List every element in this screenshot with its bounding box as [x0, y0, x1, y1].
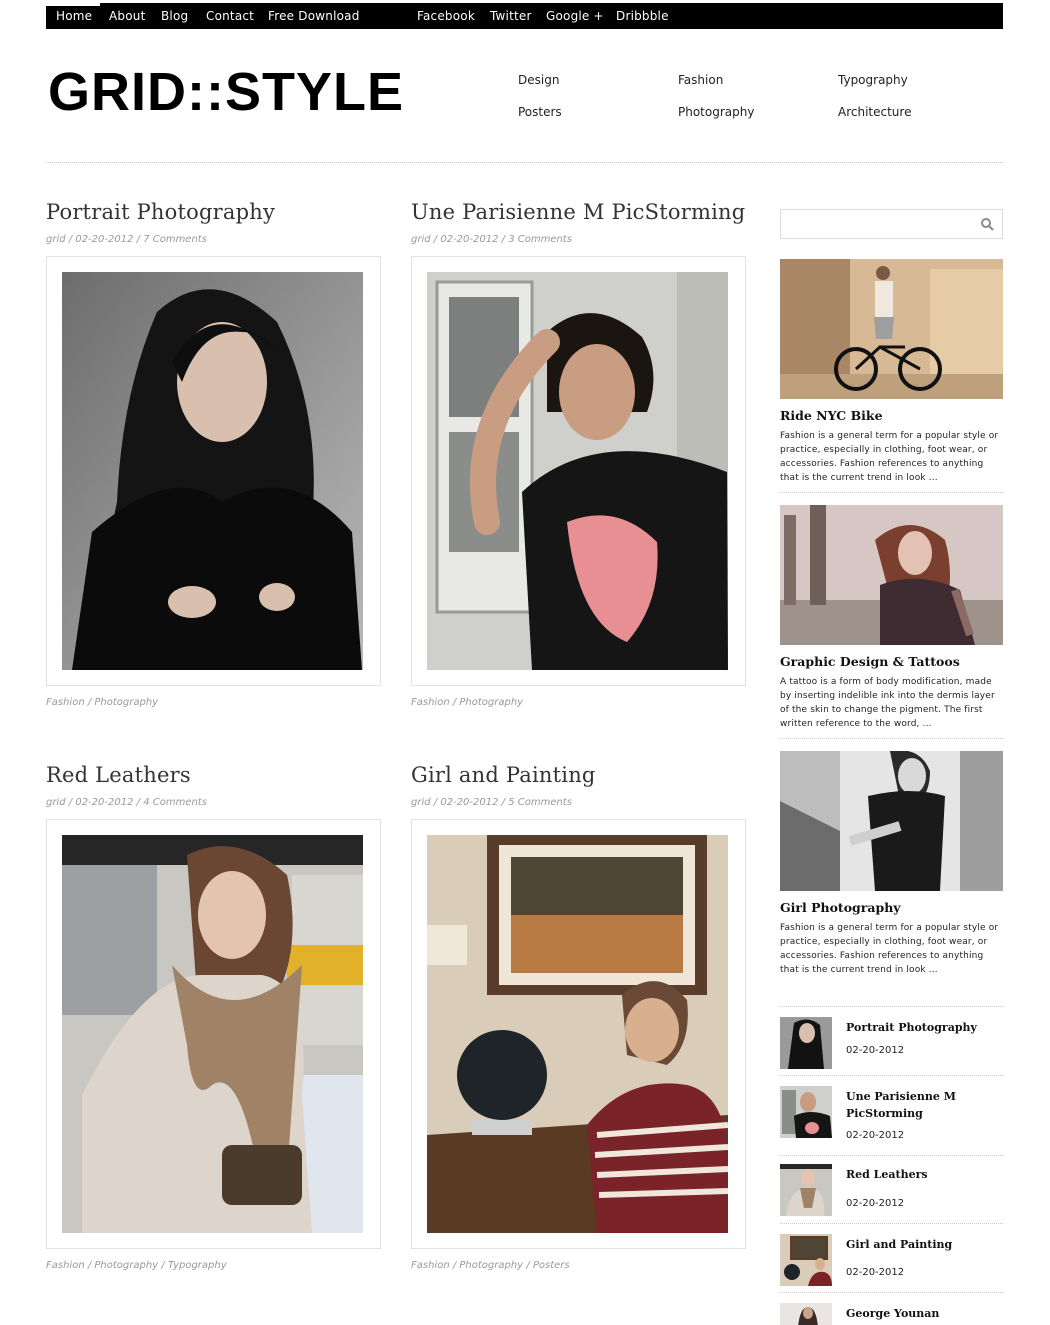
nav-link-blog[interactable]: Blog	[161, 3, 188, 29]
recent-post-item[interactable]: Red Leathers 02-20-2012	[780, 1164, 1003, 1222]
featured-thumbnail[interactable]	[780, 259, 1003, 399]
post-title[interactable]: Red Leathers	[46, 763, 381, 787]
post-photo[interactable]	[427, 272, 728, 670]
nav-link-free-download[interactable]: Free Download	[268, 3, 360, 29]
recent-post-item[interactable]: Portrait Photography 02-20-2012	[780, 1017, 1003, 1075]
post-comments-link[interactable]: 7 Comments	[143, 234, 207, 245]
recent-post-thumbnail[interactable]	[780, 1303, 832, 1325]
post-date: 02-20-2012	[440, 797, 499, 808]
post-title[interactable]: Portrait Photography	[46, 200, 381, 224]
post-title[interactable]: Girl and Painting	[411, 763, 746, 787]
category-link-typography[interactable]: Typography	[838, 73, 908, 87]
social-link-twitter[interactable]: Twitter	[490, 3, 532, 29]
recent-post-date: 02-20-2012	[846, 1045, 905, 1056]
post-author[interactable]: grid	[411, 797, 431, 808]
featured-thumbnail[interactable]	[780, 751, 1003, 891]
nav-link-contact[interactable]: Contact	[206, 3, 254, 29]
featured-excerpt: A tattoo is a form of body modification,…	[780, 677, 995, 729]
recent-post-thumbnail[interactable]	[780, 1086, 832, 1138]
post-meta: grid / 02-20-2012 / 7 Comments	[46, 234, 207, 245]
category-link-posters[interactable]: Posters	[518, 105, 562, 119]
recent-post-thumbnail[interactable]	[780, 1017, 832, 1069]
post-tags[interactable]: Fashion / Photography / Typography	[46, 1260, 381, 1271]
social-link-facebook[interactable]: Facebook	[417, 3, 475, 29]
featured-separator	[780, 492, 1003, 493]
post-card: Une Parisienne M PicStorming grid / 02-2…	[411, 200, 746, 708]
post-photo[interactable]	[62, 835, 363, 1233]
nav-link-about[interactable]: About	[109, 3, 145, 29]
category-link-design[interactable]: Design	[518, 73, 559, 87]
post-image-frame	[411, 256, 746, 686]
recent-post-title[interactable]: George Younan	[846, 1305, 996, 1322]
post-meta: grid / 02-20-2012 / 5 Comments	[411, 797, 572, 808]
recent-separator	[780, 1292, 1003, 1293]
post-photo[interactable]	[427, 835, 728, 1233]
search-input[interactable]	[785, 214, 975, 234]
featured-post: Girl Photography Fashion is a general te…	[780, 751, 1003, 977]
recent-post-title[interactable]: Red Leathers	[846, 1166, 996, 1183]
post-tags[interactable]: Fashion / Photography	[411, 697, 746, 708]
featured-separator	[780, 738, 1003, 739]
recent-separator	[780, 1075, 1003, 1076]
social-link-dribbble[interactable]: Dribbble	[616, 3, 669, 29]
post-author[interactable]: grid	[46, 797, 66, 808]
post-card: Girl and Painting grid / 02-20-2012 / 5 …	[411, 763, 746, 1271]
recent-post-title[interactable]: Une Parisienne M PicStorming	[846, 1088, 996, 1122]
recent-post-item[interactable]: Une Parisienne M PicStorming 02-20-2012	[780, 1086, 1003, 1152]
search-icon[interactable]	[980, 217, 994, 231]
category-link-architecture[interactable]: Architecture	[838, 105, 911, 119]
recent-separator	[780, 1223, 1003, 1224]
post-meta: grid / 02-20-2012 / 4 Comments	[46, 797, 207, 808]
post-image-frame	[46, 819, 381, 1249]
category-link-photography[interactable]: Photography	[678, 105, 754, 119]
featured-title[interactable]: Graphic Design & Tattoos	[780, 654, 1003, 669]
recent-post-thumbnail[interactable]	[780, 1164, 832, 1216]
header-divider	[46, 162, 1003, 163]
recent-post-date: 02-20-2012	[846, 1130, 905, 1141]
featured-title[interactable]: Girl Photography	[780, 900, 1003, 915]
nav-link-home[interactable]: Home	[56, 3, 92, 29]
post-comments-link[interactable]: 5 Comments	[508, 797, 572, 808]
post-title[interactable]: Une Parisienne M PicStorming	[411, 200, 746, 224]
recent-separator	[780, 1155, 1003, 1156]
post-comments-link[interactable]: 3 Comments	[508, 234, 572, 245]
post-image-frame	[46, 256, 381, 686]
post-meta: grid / 02-20-2012 / 3 Comments	[411, 234, 572, 245]
post-card: Portrait Photography grid / 02-20-2012 /…	[46, 200, 381, 708]
recent-post-date: 02-20-2012	[846, 1267, 905, 1278]
post-tags[interactable]: Fashion / Photography	[46, 697, 381, 708]
post-date: 02-20-2012	[440, 234, 499, 245]
post-tags[interactable]: Fashion / Photography / Posters	[411, 1260, 746, 1271]
featured-excerpt: Fashion is a general term for a popular …	[780, 431, 999, 483]
post-comments-link[interactable]: 4 Comments	[143, 797, 207, 808]
recent-post-title[interactable]: Portrait Photography	[846, 1019, 996, 1036]
featured-thumbnail[interactable]	[780, 505, 1003, 645]
social-link-google-plus[interactable]: Google +	[546, 3, 604, 29]
featured-post: Graphic Design & Tattoos A tattoo is a f…	[780, 505, 1003, 739]
post-photo[interactable]	[62, 272, 363, 670]
featured-post: Ride NYC Bike Fashion is a general term …	[780, 259, 1003, 493]
search-box	[780, 209, 1003, 239]
featured-excerpt: Fashion is a general term for a popular …	[780, 923, 999, 975]
post-author[interactable]: grid	[46, 234, 66, 245]
post-date: 02-20-2012	[75, 797, 134, 808]
recent-post-item[interactable]: George Younan	[780, 1303, 1003, 1325]
recent-separator	[780, 1006, 1003, 1007]
recent-post-thumbnail[interactable]	[780, 1234, 832, 1286]
recent-post-title[interactable]: Girl and Painting	[846, 1236, 996, 1253]
post-date: 02-20-2012	[75, 234, 134, 245]
site-logo[interactable]: GRID::STYLE	[48, 64, 404, 120]
post-image-frame	[411, 819, 746, 1249]
recent-posts-list: Portrait Photography 02-20-2012 Une Pari…	[780, 1006, 1003, 1325]
post-author[interactable]: grid	[411, 234, 431, 245]
recent-post-item[interactable]: Girl and Painting 02-20-2012	[780, 1234, 1003, 1292]
recent-post-date: 02-20-2012	[846, 1198, 905, 1209]
featured-title[interactable]: Ride NYC Bike	[780, 408, 1003, 423]
category-link-fashion[interactable]: Fashion	[678, 73, 723, 87]
post-card: Red Leathers grid / 02-20-2012 / 4 Comme…	[46, 763, 381, 1271]
top-navigation-bar: Home About Blog Contact Free Download Fa…	[46, 3, 1003, 29]
